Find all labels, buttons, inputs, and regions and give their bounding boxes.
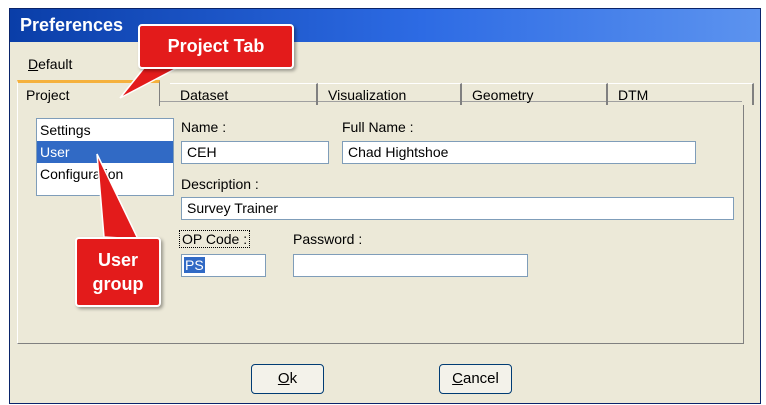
callout-arrows: [96, 47, 199, 240]
user-group-callout-line1: User: [97, 250, 139, 270]
user-group-callout-line2: group: [92, 274, 144, 294]
project-tab-callout: Project Tab: [138, 24, 294, 69]
user-group-callout: User group: [75, 237, 161, 307]
project-tab-callout-text: Project Tab: [167, 36, 265, 56]
user-group-arrow: [96, 153, 140, 240]
